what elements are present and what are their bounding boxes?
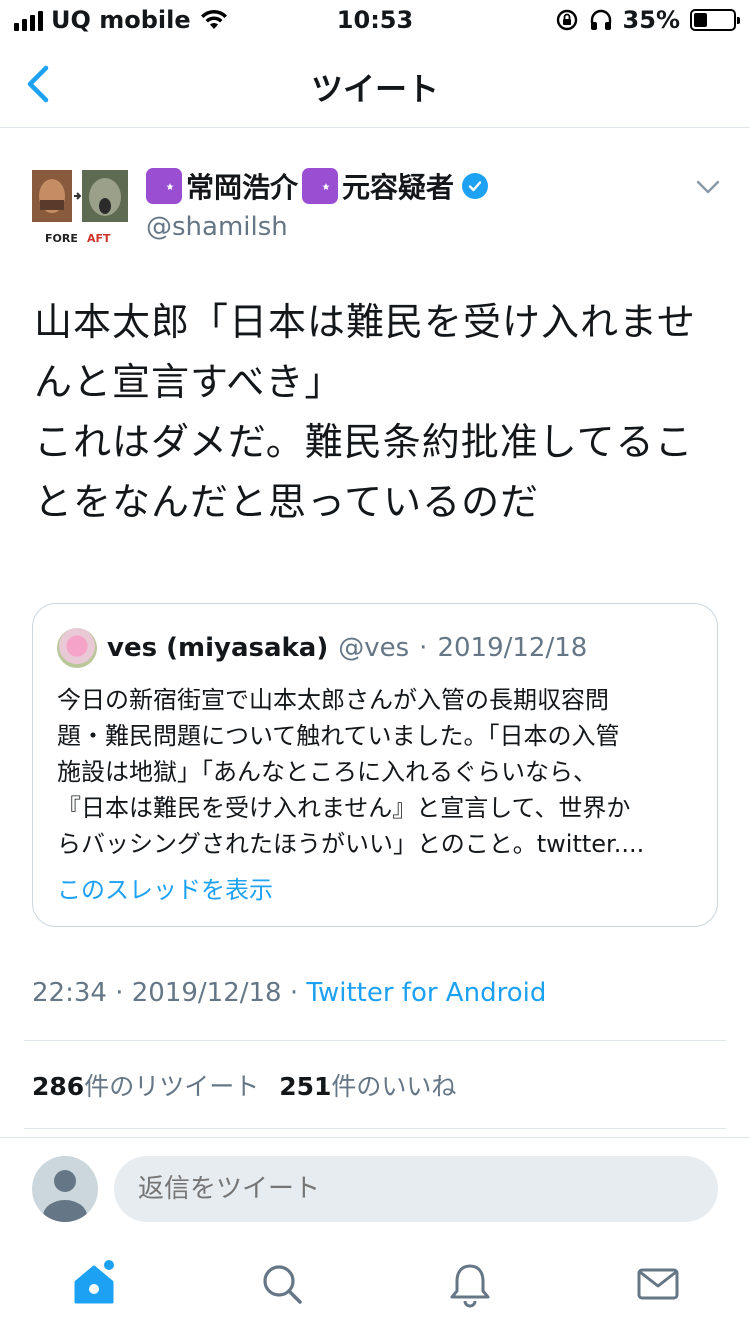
chevron-down-icon[interactable]	[696, 180, 720, 194]
like-count-label: 件のいいね	[331, 1072, 457, 1101]
crescent-star-icon	[302, 168, 339, 204]
tweet-author[interactable]: 常岡浩介 元容疑者 @shamilsh	[146, 166, 489, 242]
separator-dot: ·	[419, 633, 428, 663]
messages-icon[interactable]	[634, 1260, 682, 1308]
tweet-timestamp: 22:34 · 2019/12/18 · Twitter for Android	[32, 978, 546, 1008]
quoted-tweet-date: 2019/12/18	[437, 633, 588, 663]
crescent-star-icon	[146, 168, 182, 204]
retweet-count-link[interactable]: 286件のリツイート	[32, 1067, 259, 1103]
nav-bar: ツイート	[0, 40, 750, 128]
quoted-tweet[interactable]: ves (miyasaka) @ves · 2019/12/18 今日の新宿街宣…	[32, 603, 718, 927]
search-icon[interactable]	[258, 1260, 306, 1308]
tweet-stats: 286件のリツイート 251件のいいね	[32, 1067, 456, 1103]
author-handle: @shamilsh	[146, 212, 288, 242]
my-avatar[interactable]	[32, 1156, 98, 1222]
reply-input[interactable]	[114, 1156, 718, 1222]
battery-percent: 35%	[622, 6, 680, 34]
tweet-date: 2019/12/18	[131, 978, 282, 1008]
tab-bar	[0, 1240, 750, 1334]
quoted-tweet-text: 今日の新宿街宣で山本太郎さんが入管の長期収容問 題・難民問題について触れていまし…	[57, 686, 645, 858]
battery-icon	[690, 9, 740, 31]
reply-bar	[0, 1137, 750, 1237]
status-bar: UQ mobile 10:53 35%	[0, 0, 750, 40]
tweet-text: 山本太郎「日本は難民を受け入れませんと宣言すべき」 これはダメだ。難民条約批准し…	[34, 300, 696, 524]
like-count-link[interactable]: 251件のいいね	[279, 1067, 456, 1103]
divider	[24, 1040, 726, 1041]
quoted-author-handle: @ves	[338, 633, 410, 663]
author-name-suffix: 元容疑者	[342, 171, 455, 204]
divider	[24, 1128, 726, 1129]
quoted-author-name: ves (miyasaka)	[107, 633, 329, 663]
orientation-lock-icon	[556, 9, 577, 31]
tweet-source-link[interactable]: Twitter for Android	[306, 978, 546, 1008]
avatar-before-label: FORE	[45, 232, 78, 245]
retweet-count-label: 件のリツイート	[84, 1072, 260, 1101]
home-icon[interactable]	[70, 1260, 118, 1308]
battery-level	[694, 13, 708, 27]
author-name-text: 常岡浩介	[186, 171, 299, 204]
page-title: ツイート	[310, 70, 439, 108]
status-right: 35%	[555, 6, 740, 34]
avatar-after-label: AFT	[87, 232, 111, 245]
tweet-time: 22:34	[32, 978, 107, 1008]
separator-dot: ·	[289, 978, 299, 1008]
quoted-author-avatar	[57, 628, 97, 668]
retweet-count: 286	[32, 1072, 85, 1101]
headphones-icon	[590, 9, 611, 30]
quoted-tweet-header: ves (miyasaka) @ves · 2019/12/18	[57, 628, 587, 668]
verified-badge-icon	[462, 173, 489, 199]
author-avatar[interactable]: FORE AFT	[32, 170, 130, 246]
show-thread-link[interactable]: このスレッドを表示	[57, 870, 273, 905]
notifications-icon[interactable]	[446, 1260, 494, 1308]
author-name[interactable]: 常岡浩介 元容疑者	[146, 166, 489, 206]
like-count: 251	[279, 1072, 332, 1101]
separator-dot: ·	[115, 978, 124, 1008]
